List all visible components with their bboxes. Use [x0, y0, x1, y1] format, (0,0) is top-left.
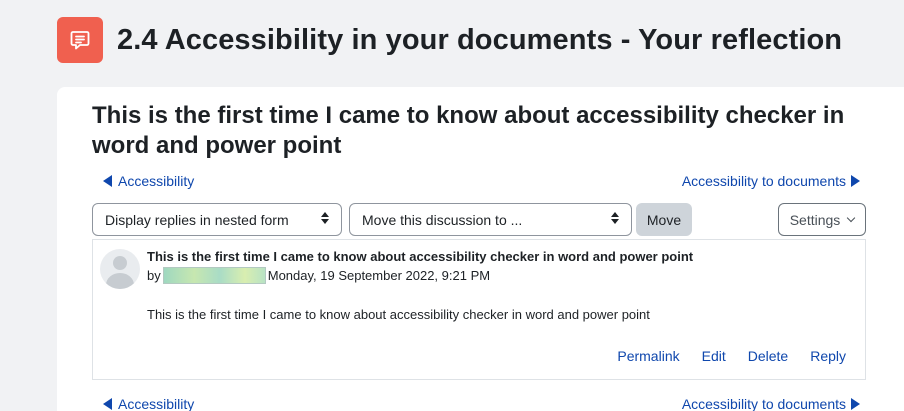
post-datetime: Monday, 19 September 2022, 9:21 PM	[267, 268, 491, 283]
arrow-left-icon	[103, 398, 112, 410]
display-mode-value: Display replies in nested form	[105, 211, 289, 228]
activity-header: 2.4 Accessibility in your documents - Yo…	[57, 17, 842, 63]
next-discussion-link-bottom[interactable]: Accessibility to documents	[682, 396, 860, 411]
prev-discussion-label: Accessibility	[118, 173, 195, 189]
reply-link[interactable]: Reply	[810, 348, 846, 364]
prev-discussion-link[interactable]: Accessibility	[103, 173, 194, 189]
select-arrows-icon	[321, 212, 329, 224]
discussion-card: This is the first time I came to know ab…	[57, 87, 904, 411]
arrow-left-icon	[103, 175, 112, 187]
delete-link[interactable]: Delete	[748, 348, 788, 364]
arrow-right-icon	[851, 175, 860, 187]
post-byline: by Monday, 19 September 2022, 9:21 PM	[147, 267, 490, 284]
discussion-title: This is the first time I came to know ab…	[92, 102, 845, 159]
post-subject: This is the first time I came to know ab…	[147, 249, 694, 264]
next-discussion-label: Accessibility to documents	[681, 173, 846, 189]
post-actions: Permalink Edit Delete Reply	[617, 348, 846, 364]
arrow-right-icon	[851, 398, 860, 410]
next-discussion-link[interactable]: Accessibility to documents	[682, 173, 860, 189]
prev-discussion-link-bottom[interactable]: Accessibility	[103, 396, 194, 411]
author-name-redacted[interactable]	[162, 267, 266, 284]
display-mode-select[interactable]: Display replies in nested form	[92, 203, 342, 236]
settings-label: Settings	[789, 211, 841, 228]
settings-button[interactable]: Settings	[778, 203, 866, 236]
by-label: by	[147, 268, 161, 283]
next-discussion-label: Accessibility to documents	[681, 396, 846, 411]
prev-discussion-label: Accessibility	[118, 396, 195, 411]
page-title: 2.4 Accessibility in your documents - Yo…	[117, 23, 843, 56]
move-discussion-select[interactable]: Move this discussion to ...	[349, 203, 632, 236]
forum-post: This is the first time I came to know ab…	[92, 239, 866, 380]
edit-link[interactable]: Edit	[702, 348, 726, 364]
avatar[interactable]	[100, 249, 140, 289]
post-body: This is the first time I came to know ab…	[147, 307, 650, 322]
forum-icon	[57, 17, 103, 63]
select-arrows-icon	[611, 212, 619, 224]
move-button[interactable]: Move	[636, 203, 692, 236]
permalink-link[interactable]: Permalink	[617, 348, 679, 364]
page: 2.4 Accessibility in your documents - Yo…	[0, 0, 904, 411]
move-discussion-value: Move this discussion to ...	[362, 211, 523, 228]
chevron-down-icon	[847, 213, 856, 222]
